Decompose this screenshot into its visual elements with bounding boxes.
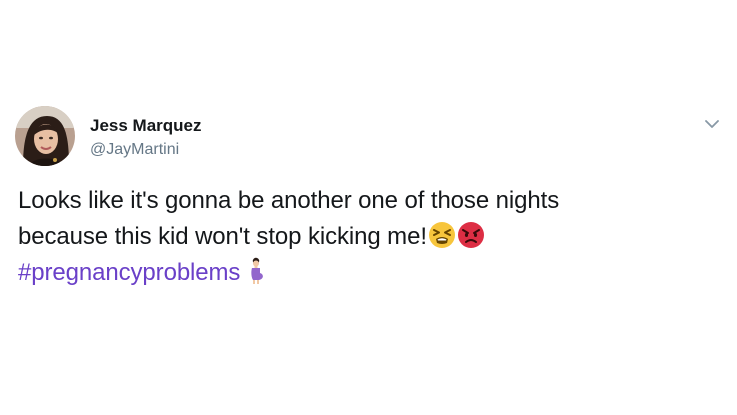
angry-face-emoji-icon (457, 221, 485, 249)
tweet-text-line-2: because this kid won't stop kicking me! (18, 219, 718, 255)
tweet-text-line-1: Looks like it's gonna be another one of … (18, 187, 560, 214)
author-info: Jess Marquez @JayMartini (90, 116, 202, 160)
author-display-name[interactable]: Jess Marquez (90, 116, 202, 136)
tweet-text-line-3: #pregnancyproblems (18, 255, 718, 291)
pregnant-woman-emoji-icon (246, 257, 274, 285)
chevron-down-icon (705, 120, 719, 128)
hashtag-link[interactable]: #pregnancyproblems (18, 259, 240, 286)
tweet-text-line-2-text: because this kid won't stop kicking me! (18, 223, 427, 250)
avatar[interactable] (15, 106, 75, 166)
tweet-text: Looks like it's gonna be another one of … (18, 183, 718, 291)
tired-face-emoji-icon (428, 221, 456, 249)
tweet-card: Jess Marquez @JayMartini Looks like it's… (0, 0, 737, 415)
author-handle[interactable]: @JayMartini (90, 140, 202, 160)
tweet-menu-button[interactable] (700, 112, 724, 136)
profile-photo-icon (15, 106, 75, 166)
